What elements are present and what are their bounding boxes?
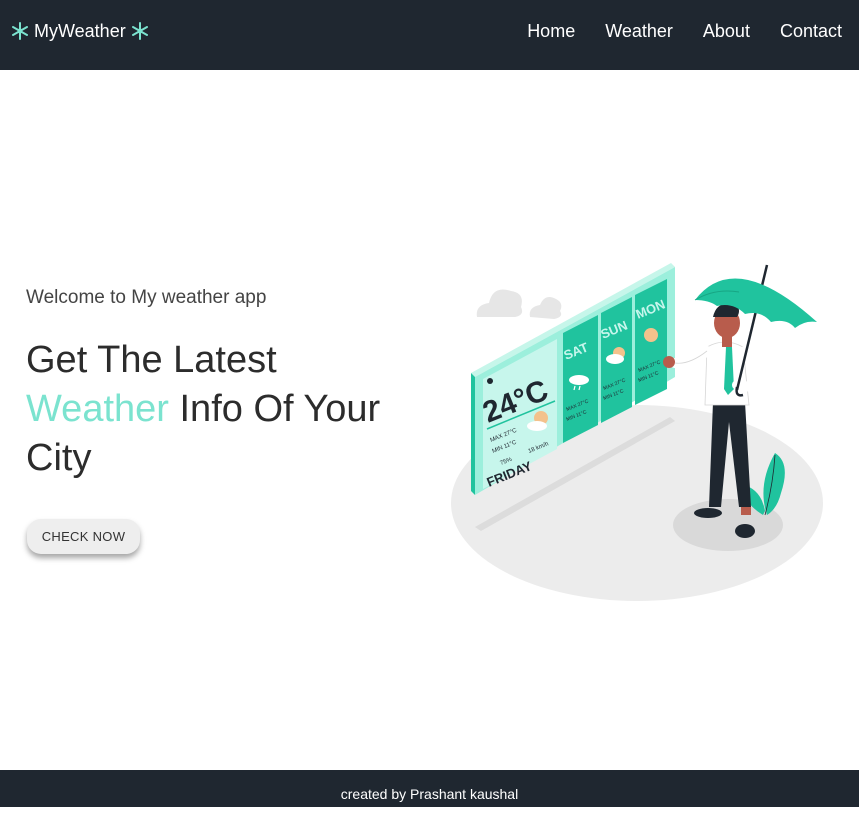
nav-links: Home Weather About Contact	[527, 20, 842, 42]
sun-icon	[644, 328, 658, 342]
headline-start: Get The Latest	[26, 339, 277, 381]
footer-credit: created by Prashant kaushal	[340, 786, 519, 802]
weather-illustration: 24°C MAX 27°C MIN 11°C 75% 18 km/h FRIDA…	[451, 263, 823, 601]
headline-accent: Weather	[26, 388, 169, 430]
nav-about[interactable]: About	[703, 20, 750, 42]
nav-weather[interactable]: Weather	[605, 20, 673, 42]
nav-home[interactable]: Home	[527, 20, 575, 42]
hero-headline: Get The Latest Weather Info Of Your City	[26, 336, 426, 483]
cloud-icon	[476, 289, 562, 319]
snowflake-icon	[131, 22, 148, 40]
brand-name: MyWeather	[34, 20, 126, 41]
footer: created by Prashant kaushal	[0, 770, 859, 807]
check-now-button[interactable]: CHECK NOW	[27, 519, 140, 554]
snowflake-icon	[12, 22, 28, 40]
brand-link[interactable]: MyWeather	[10, 18, 150, 44]
navbar: MyWeather Home Weather About Contact	[0, 0, 859, 70]
nav-contact[interactable]: Contact	[780, 20, 842, 42]
welcome-text: Welcome to My weather app	[26, 287, 267, 308]
